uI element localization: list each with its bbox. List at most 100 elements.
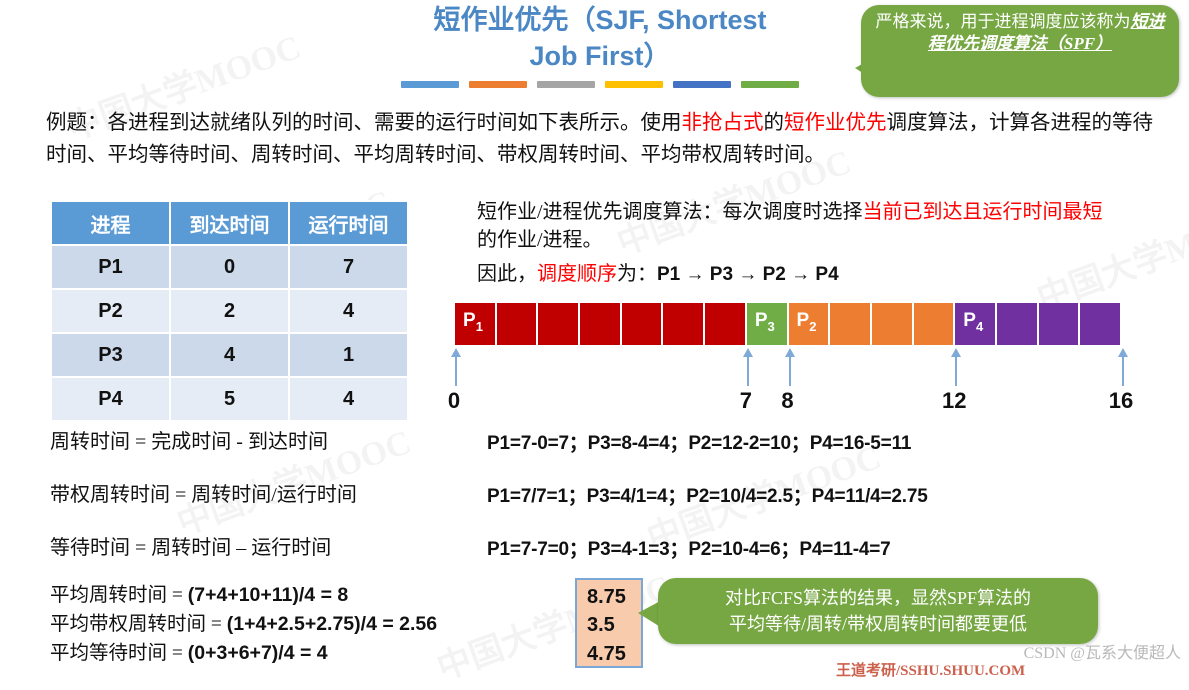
tick-shaft [455, 354, 457, 386]
compare-callout: 对比FCFS算法的结果，显然SPF算法的 平均等待/周转/带权周转时间都要更低 [658, 578, 1098, 644]
avg-turnaround-value: (7+4+10+11)/4 = 8 [187, 584, 349, 606]
cell-process: P3 [50, 332, 171, 378]
intro-part-2: 的 [763, 112, 785, 134]
title-text: 短作业优先（SJF, Shortest Job First） [340, 2, 860, 75]
col-header-burst: 运行时间 [288, 200, 409, 246]
tick-label: 12 [942, 388, 967, 413]
schedule-order-line: 因此，调度顺序为：P1 → P3 → P2 → P4 [477, 260, 1117, 289]
gantt-segment-p2 [871, 303, 914, 345]
table-row: P3 4 1 [50, 332, 409, 378]
formula-weighted-turnaround: 带权周转时间 = 周转时间/运行时间 [50, 484, 357, 506]
accent-bar-5 [673, 80, 731, 88]
gantt-segment-p1 [496, 303, 539, 345]
calc-weighted-turnaround: P1=7/7=1；P3=4/1=4；P2=10/4=2.5；P4=11/4=2.… [487, 486, 928, 507]
avg-turnaround-label: 平均周转时间 = [50, 585, 188, 606]
intro-red-1: 非抢占式 [681, 112, 764, 134]
slide-title: 短作业优先（SJF, Shortest Job First） [340, 2, 860, 88]
gantt-chart: P1 P3 P2 P4 0 7 8 12 16 [448, 303, 1133, 413]
tick-shaft [746, 354, 749, 386]
tick-arrow-icon [784, 348, 795, 357]
tick-arrow-icon [742, 348, 753, 357]
cell-burst: 1 [288, 332, 409, 378]
avg-turnaround: 平均周转时间 = (7+4+10+11)/4 = 8 [50, 578, 348, 607]
accent-bar-2 [469, 80, 527, 88]
gantt-segment-p1 [705, 303, 747, 345]
algorithm-rule: 短作业/进程优先调度算法：每次调度时选择当前已到达且运行时间最短的作业/进程。 [477, 198, 1117, 255]
csdn-watermark: CSDN @瓦系大便超人 [1023, 645, 1181, 662]
table-row: P1 0 7 [50, 244, 409, 290]
order-prefix: 因此， [477, 262, 537, 285]
algorithm-rule-tail: 的作业/进程。 [477, 229, 603, 252]
col-header-arrival: 到达时间 [169, 200, 290, 246]
cell-arrival: 0 [169, 244, 290, 290]
intro-part-1: 例题：各进程到达就绪队列的时间、需要的运行时间如下表所示。使用 [46, 112, 682, 134]
gantt-segment-p1 [538, 303, 581, 345]
gantt-segment-p4 [1038, 303, 1081, 345]
formula-waiting: 等待时间 = 周转时间 – 运行时间 [50, 537, 332, 559]
cell-burst: 7 [288, 244, 409, 290]
tick-shaft [788, 354, 791, 386]
order-mid: 为： [617, 262, 657, 285]
fcfs-results-box: 8.75 3.5 4.75 [575, 578, 643, 668]
intro-red-2: 短作业优先 [784, 112, 887, 134]
tick-label: 7 [739, 388, 752, 413]
cell-arrival: 2 [169, 288, 290, 334]
cell-arrival: 5 [169, 376, 290, 422]
gantt-segment-p4 [996, 303, 1039, 345]
gantt-segment-p4: P4 [955, 303, 997, 345]
order-value: P1 → P3 → P2 → P4 [657, 263, 839, 285]
accent-bar-1 [401, 80, 459, 88]
tick-arrow-icon [451, 348, 461, 357]
gantt-segment-p3: P3 [746, 303, 789, 345]
compare-callout-line-1: 对比FCFS算法的结果，显然SPF算法的 [724, 588, 1032, 608]
gantt-segment-p1 [621, 303, 664, 345]
spf-callout: 严格来说，用于进程调度应该称为短进程优先调度算法（SPF） [861, 5, 1179, 97]
gantt-segment-p1 [580, 303, 622, 345]
gantt-segment-p2 [830, 303, 872, 345]
fcfs-avg-weighted-turnaround: 3.5 [587, 614, 615, 637]
accent-bar-4 [605, 80, 663, 88]
gantt-label-p3: P3 [754, 310, 775, 334]
tick-shaft [1122, 354, 1124, 386]
gantt-segment-p1: P1 [455, 303, 497, 345]
tick-shaft [955, 354, 958, 386]
avg-weighted-value: (1+4+2.5+2.75)/4 = 2.56 [226, 613, 438, 635]
col-header-process: 进程 [50, 200, 171, 246]
calc-turnaround: P1=7-0=7；P3=8-4=4；P2=12-2=10；P4=16-5=11 [487, 433, 912, 454]
tick-label: 16 [1108, 388, 1134, 413]
avg-waiting-value: (0+3+6+7)/4 = 4 [187, 642, 328, 664]
avg-weighted-turnaround: 平均带权周转时间 = (1+4+2.5+2.75)/4 = 2.56 [50, 607, 437, 636]
avg-waiting-label: 平均等待时间 = [50, 643, 188, 664]
accent-bar-3 [537, 80, 595, 88]
algorithm-rule-red: 当前已到达且运行时间最短 [862, 201, 1103, 223]
accent-bar-6 [741, 80, 799, 88]
gantt-segment-p1 [663, 303, 706, 345]
gantt-segment-p2: P2 [788, 303, 831, 345]
title-line-2: Job First） [529, 41, 671, 72]
intro-paragraph: 例题：各进程到达就绪队列的时间、需要的运行时间如下表所示。使用非抢占式的短作业优… [46, 108, 1166, 172]
title-accent-bars [340, 80, 860, 88]
title-line-1: 短作业优先（SJF, Shortest [433, 5, 767, 35]
tick-label: 8 [781, 388, 794, 413]
cell-burst: 4 [288, 288, 409, 334]
gantt-label-p2: P2 [796, 310, 817, 334]
cell-process: P2 [50, 288, 171, 334]
compare-callout-line-2: 平均等待/周转/带权周转时间都要更低 [728, 614, 1027, 635]
fcfs-avg-waiting: 4.75 [587, 642, 626, 665]
fcfs-avg-turnaround: 8.75 [587, 586, 626, 608]
process-table: 进程 到达时间 运行时间 P1 0 7 P2 2 4 P3 4 1 P4 5 4 [50, 200, 409, 422]
table-row: P2 2 4 [50, 288, 409, 334]
order-red: 调度顺序 [537, 262, 617, 285]
avg-waiting: 平均等待时间 = (0+3+6+7)/4 = 4 [50, 636, 328, 665]
tick-arrow-icon [1118, 348, 1128, 357]
formula-turnaround: 周转时间 = 完成时间 - 到达时间 [50, 431, 328, 453]
gantt-label-p4: P4 [963, 310, 984, 334]
calc-waiting: P1=7-7=0；P3=4-1=3；P2=10-4=6；P4=11-4=7 [487, 539, 891, 560]
table-row: P4 5 4 [50, 376, 409, 422]
cell-process: P1 [50, 244, 171, 290]
gantt-label-p1: P1 [463, 310, 483, 334]
tick-label: 0 [447, 388, 461, 413]
tick-arrow-icon [951, 348, 962, 357]
gantt-segment-p4 [1080, 303, 1122, 345]
cell-burst: 4 [288, 376, 409, 422]
